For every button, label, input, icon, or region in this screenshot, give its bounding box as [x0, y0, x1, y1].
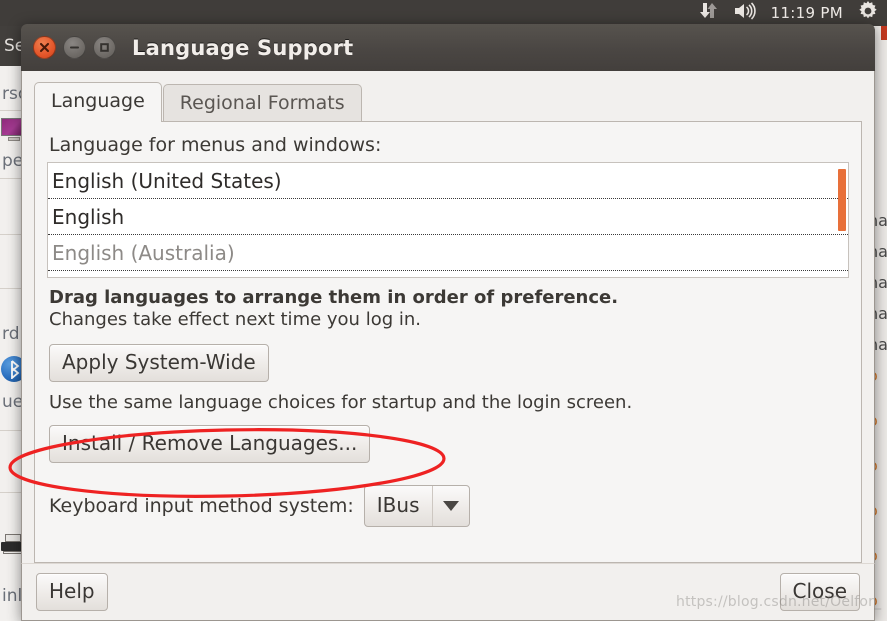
maximize-icon: [99, 42, 110, 53]
tab-strip: Language Regional Formats: [34, 82, 862, 123]
notebook: Language Regional Formats Language for m…: [34, 82, 862, 563]
maximize-button[interactable]: [93, 36, 116, 59]
list-item[interactable]: English: [48, 199, 848, 235]
list-item[interactable]: English (United States): [48, 163, 848, 199]
dialog-content: Language Regional Formats Language for m…: [21, 71, 875, 563]
help-button[interactable]: Help: [36, 573, 108, 611]
screen: 11:19 PM Se rso pe rd ue inl na na na na…: [0, 0, 887, 621]
tab-page-language: Language for menus and windows: English …: [34, 121, 862, 563]
scrollbar-thumb[interactable]: [838, 169, 846, 231]
dialog-action-area: Help Close: [21, 563, 875, 621]
tab-language[interactable]: Language: [34, 82, 162, 122]
apply-system-wide-button[interactable]: Apply System-Wide: [49, 344, 269, 382]
changes-hint: Changes take effect next time you log in…: [49, 309, 421, 330]
background-text-fragment: rd: [2, 324, 20, 344]
language-list[interactable]: English (United States) English English …: [47, 162, 849, 278]
input-method-label: Keyboard input method system:: [49, 495, 354, 517]
clock[interactable]: 11:19 PM: [771, 4, 843, 22]
background-right-accent: [881, 26, 887, 40]
window-title: Language Support: [132, 35, 354, 60]
list-item[interactable]: English (Australia): [48, 235, 848, 271]
window-controls: [33, 36, 116, 59]
close-icon: [39, 42, 50, 53]
top-panel-indicators: 11:19 PM: [699, 0, 879, 26]
watermark: https://blog.csdn.net/Oelfor_: [676, 594, 882, 610]
apply-hint: Use the same language choices for startu…: [49, 392, 633, 413]
drag-hint: Drag languages to arrange them in order …: [49, 287, 619, 308]
desktop-top-panel: 11:19 PM: [0, 0, 887, 26]
minimize-icon: [69, 42, 80, 53]
chevron-down-icon[interactable]: [431, 486, 469, 526]
language-list-scrollbar[interactable]: [838, 165, 846, 275]
transfer-icon[interactable]: [699, 2, 719, 24]
install-remove-languages-button[interactable]: Install / Remove Languages...: [49, 425, 371, 463]
language-list-label: Language for menus and windows:: [49, 134, 382, 156]
gear-icon[interactable]: [857, 0, 879, 26]
list-item[interactable]: English (Canada): [48, 271, 848, 278]
minimize-button[interactable]: [63, 36, 86, 59]
input-method-row: Keyboard input method system: IBus: [49, 485, 849, 527]
tab-regional-formats[interactable]: Regional Formats: [162, 84, 362, 123]
window-titlebar[interactable]: Language Support: [21, 24, 875, 71]
input-method-select[interactable]: IBus: [363, 485, 470, 527]
close-button[interactable]: [33, 36, 56, 59]
background-text-fragment: inl: [2, 586, 23, 606]
input-method-value: IBus: [376, 493, 420, 517]
language-support-dialog: Language Support Language Regional Forma…: [21, 24, 875, 621]
volume-icon[interactable]: [733, 2, 757, 24]
